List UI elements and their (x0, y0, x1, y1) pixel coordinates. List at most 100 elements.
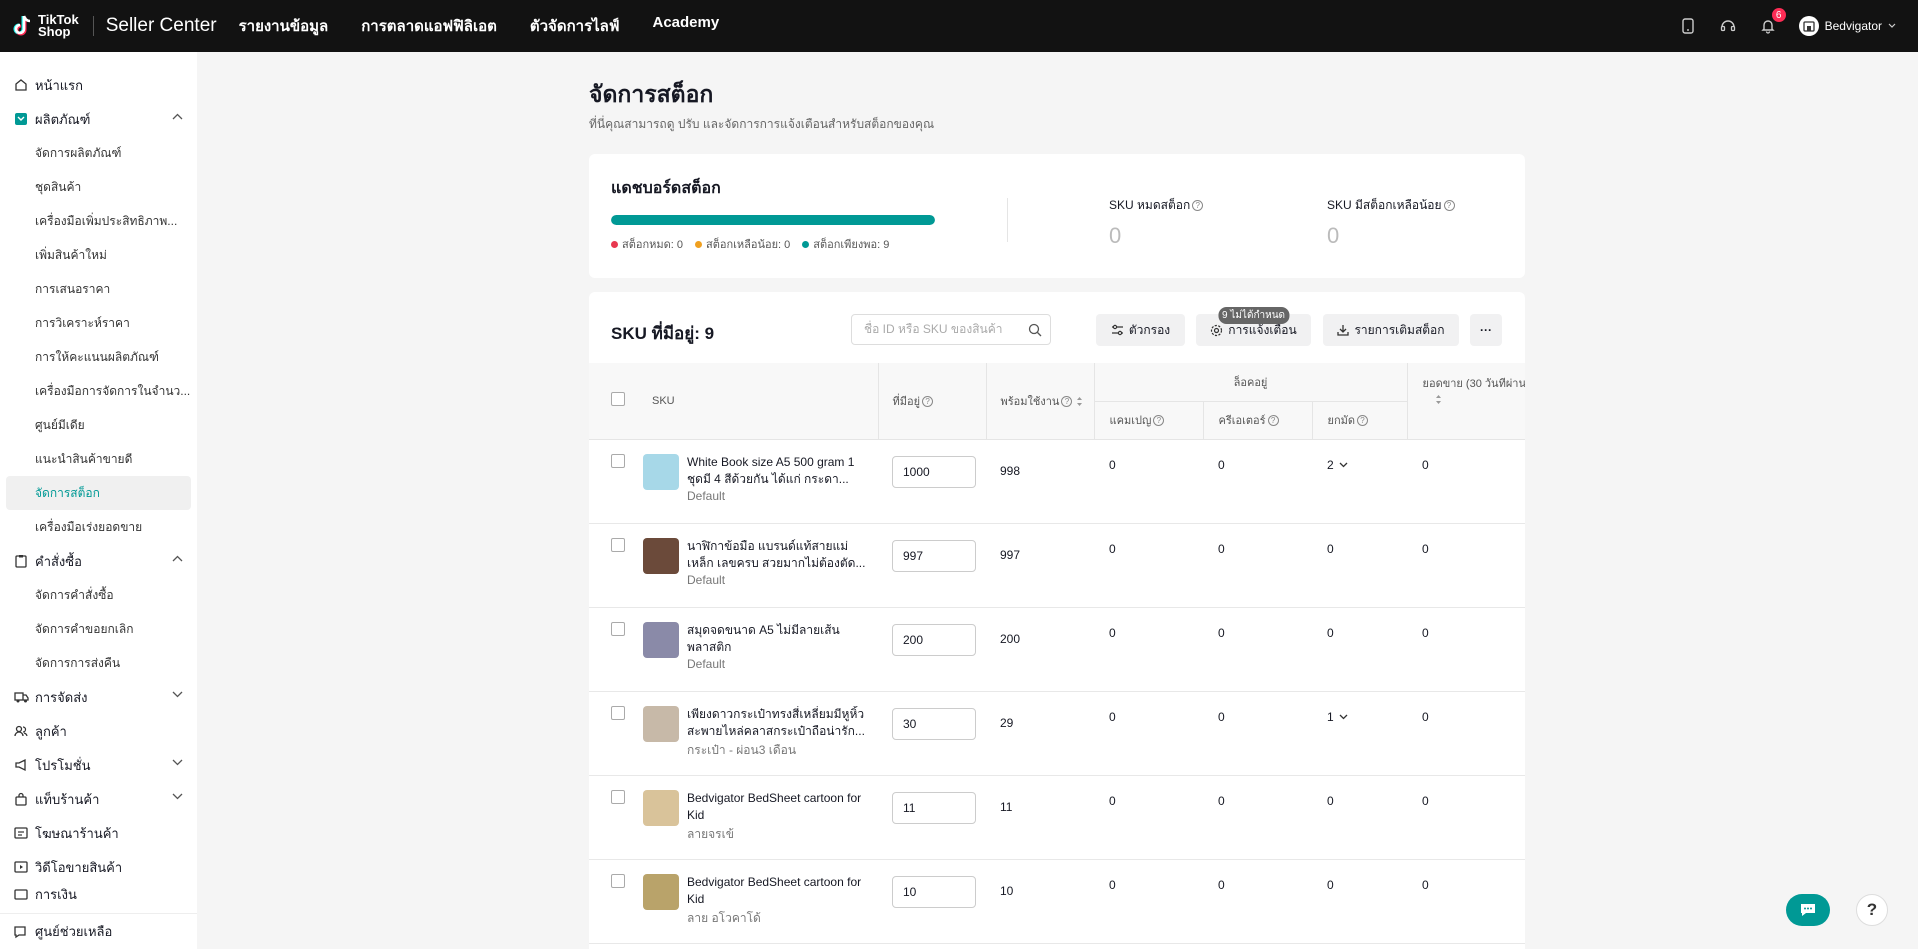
available-quantity-input[interactable]: 997 (892, 539, 976, 572)
nav-live-manager[interactable]: ตัวจัดการไลฟ์ (530, 14, 620, 38)
sidebar-item-price-offers[interactable]: การเสนอราคา (0, 272, 197, 306)
sidebar-item-promotions[interactable]: โปรโมชั่น (0, 748, 197, 782)
product-thumbnail[interactable] (643, 537, 679, 574)
product-thumbnail[interactable] (643, 789, 679, 826)
sidebar-item-optimization-tools[interactable]: เครื่องมือเพิ่มประสิทธิภาพ... (0, 204, 197, 238)
sales-30-days: 0 (1407, 439, 1525, 524)
available-quantity-input[interactable]: 11 (892, 791, 976, 824)
row-checkbox[interactable] (611, 453, 625, 468)
sidebar-item-finance[interactable]: การเงิน (0, 884, 197, 904)
row-checkbox[interactable] (611, 789, 625, 804)
product-name[interactable]: Bedvigator BedSheet cartoon for Kid (687, 790, 867, 824)
sidebar-item-add-product[interactable]: เพิ่มสินค้าใหม่ (0, 238, 197, 272)
product-name[interactable]: เพียงดาวกระเป๋าทรงสี่เหลี่ยมมีหูหิ้วสะพา… (687, 706, 867, 740)
mobile-icon[interactable] (1679, 17, 1697, 35)
product-thumbnail[interactable] (643, 873, 679, 910)
column-header-locked: ล็อคอยู่ (1093, 363, 1408, 402)
sidebar-item-products[interactable]: ผลิตภัณฑ์ (0, 102, 197, 136)
avatar (1798, 16, 1819, 36)
row-checkbox[interactable] (611, 873, 625, 888)
sidebar-item-manage-products[interactable]: จัดการผลิตภัณฑ์ (0, 136, 197, 170)
help-icon[interactable]: ? (1357, 415, 1368, 426)
download-icon (1337, 325, 1350, 336)
product-variant: Default (687, 572, 726, 587)
sidebar-item-product-bundles[interactable]: ชุดสินค้า (0, 170, 197, 204)
sidebar-item-bestseller-suggestions[interactable]: แนะนำสินค้าขายดี (0, 442, 197, 476)
row-checkbox[interactable] (611, 621, 625, 636)
home-icon (13, 77, 29, 93)
page-description: ที่นี่คุณสามารถดู ปรับ และจัดการการแจ้งเ… (589, 117, 935, 131)
sort-icon[interactable] (1076, 396, 1083, 407)
sidebar-item-sales-boost-tools[interactable]: เครื่องมือเร่งยอดขาย (0, 510, 197, 544)
chevron-down-icon[interactable] (1339, 714, 1348, 720)
help-icon[interactable]: ? (1192, 200, 1204, 211)
filter-button[interactable]: ตัวกรอง (1096, 314, 1185, 346)
sidebar-item-cancellation-requests[interactable]: จัดการคำขอยกเลิก (0, 612, 197, 646)
chat-button[interactable] (1786, 894, 1830, 926)
column-header-sales[interactable]: ยอดขาย (30 วันที่ผ่านมา) (1406, 363, 1525, 440)
support-headset-icon[interactable] (1719, 17, 1737, 35)
product-thumbnail[interactable] (643, 453, 679, 490)
sort-icon[interactable] (1435, 394, 1442, 405)
sku-table-card: SKU ที่มีอยู่: 9 ชื่อ ID หรือ SKU ของสิน… (589, 292, 1525, 949)
product-name[interactable]: สมุดจดขนาด A5 ไม่มีลายเส้น พลาสติก (687, 622, 867, 656)
help-icon[interactable]: ? (1153, 415, 1165, 426)
stock-dashboard: แดชบอร์ดสต็อก สต็อกหมด: 0 สต็อกเหลือน้อย… (589, 154, 1525, 278)
stat-out-of-stock-value: 0 (1109, 223, 1122, 248)
product-thumbnail[interactable] (643, 705, 679, 742)
chevron-down-icon[interactable] (1339, 462, 1348, 468)
nav-data-report[interactable]: รายงานข้อมูล (239, 14, 329, 38)
hold-locked[interactable]: 2 (1312, 439, 1408, 524)
help-icon[interactable]: ? (1443, 200, 1455, 211)
help-icon[interactable]: ? (1267, 415, 1279, 426)
sidebar-item-shop-tab[interactable]: แท็บร้านค้า (0, 782, 197, 816)
ready-quantity: 11 (986, 775, 1094, 860)
product-name[interactable]: Bedvigator BedSheet cartoon for Kid (687, 874, 867, 908)
sidebar-item-shop-ads[interactable]: โฆษณาร้านค้า (0, 816, 197, 850)
sidebar-item-product-ratings[interactable]: การให้คะแนนผลิตภัณฑ์ (0, 340, 197, 374)
sidebar-item-returns[interactable]: จัดการการส่งคืน (0, 646, 197, 680)
table-row: สมุดจดขนาด A5 ไม่มีลายเส้น พลาสติก Defaul… (589, 607, 1525, 692)
users-icon (13, 723, 29, 739)
select-all-checkbox[interactable] (611, 392, 625, 407)
divider (92, 16, 94, 36)
user-menu[interactable]: Bedvigator (1798, 16, 1896, 36)
search-input[interactable]: ชื่อ ID หรือ SKU ของสินค้า (851, 314, 1051, 345)
more-options-button[interactable]: ··· (1470, 314, 1502, 346)
row-checkbox[interactable] (611, 705, 625, 720)
restock-list-button[interactable]: รายการเติมสต็อก (1323, 314, 1459, 346)
help-icon[interactable]: ? (922, 395, 934, 407)
sidebar-item-media-center[interactable]: ศูนย์มีเดีย (0, 408, 197, 442)
nav-academy[interactable]: Academy (653, 14, 720, 38)
tiktok-logo-icon (12, 14, 34, 38)
sidebar-item-manage-stock[interactable]: จัดการสต็อก (6, 476, 191, 510)
sidebar-item-product-video[interactable]: วิดีโอขายสินค้า (0, 850, 197, 884)
sidebar-item-manage-orders[interactable]: จัดการคำสั่งซื้อ (0, 578, 197, 612)
sidebar-item-bulk-tools[interactable]: เครื่องมือการจัดการในจำนว... (0, 374, 197, 408)
product-thumbnail[interactable] (643, 621, 679, 658)
sidebar-item-orders[interactable]: คำสั่งซื้อ (0, 544, 197, 578)
product-name[interactable]: นาฬิกาข้อมือ แบรนด์แท้สายแม่เหล็ก เลขครบ… (687, 538, 867, 572)
sidebar-item-price-analysis[interactable]: การวิเคราะห์ราคา (0, 306, 197, 340)
creator-locked: 0 (1203, 607, 1312, 692)
available-quantity-input[interactable]: 200 (892, 623, 976, 656)
available-quantity-input[interactable]: 1000 (892, 455, 976, 488)
tiktok-shop-logo[interactable]: TikTok Shop (12, 13, 79, 38)
column-header-ready[interactable]: พร้อมใช้งาน? (985, 363, 1094, 440)
available-quantity-input[interactable]: 30 (892, 707, 976, 740)
sidebar-help-center[interactable]: ศูนย์ช่วยเหลือ (0, 913, 197, 949)
alert-settings-button[interactable]: 9 ไม่ได้กำหนด การแจ้งเตือน (1196, 307, 1311, 346)
product-variant: กระเป๋า - ผ่อน3 เดือน (687, 742, 797, 757)
hold-locked[interactable]: 1 (1312, 691, 1408, 776)
row-checkbox[interactable] (611, 537, 625, 552)
notification-bell-icon[interactable]: 6 (1759, 7, 1787, 35)
help-button[interactable]: ? (1856, 894, 1888, 926)
help-icon[interactable]: ? (1061, 395, 1073, 407)
nav-affiliate-marketing[interactable]: การตลาดแอฟฟิลิเอต (361, 14, 497, 38)
sidebar-item-shipping[interactable]: การจัดส่ง (0, 680, 197, 714)
product-name[interactable]: White Book size A5 500 gram 1 ชุดมี 4 สี… (687, 454, 867, 488)
sidebar-item-home[interactable]: หน้าแรก (0, 68, 197, 102)
sidebar-item-customers[interactable]: ลูกค้า (0, 714, 197, 748)
available-quantity-input[interactable]: 10 (892, 875, 976, 908)
top-nav: รายงานข้อมูล การตลาดแอฟฟิลิเอต ตัวจัดการ… (239, 14, 720, 38)
